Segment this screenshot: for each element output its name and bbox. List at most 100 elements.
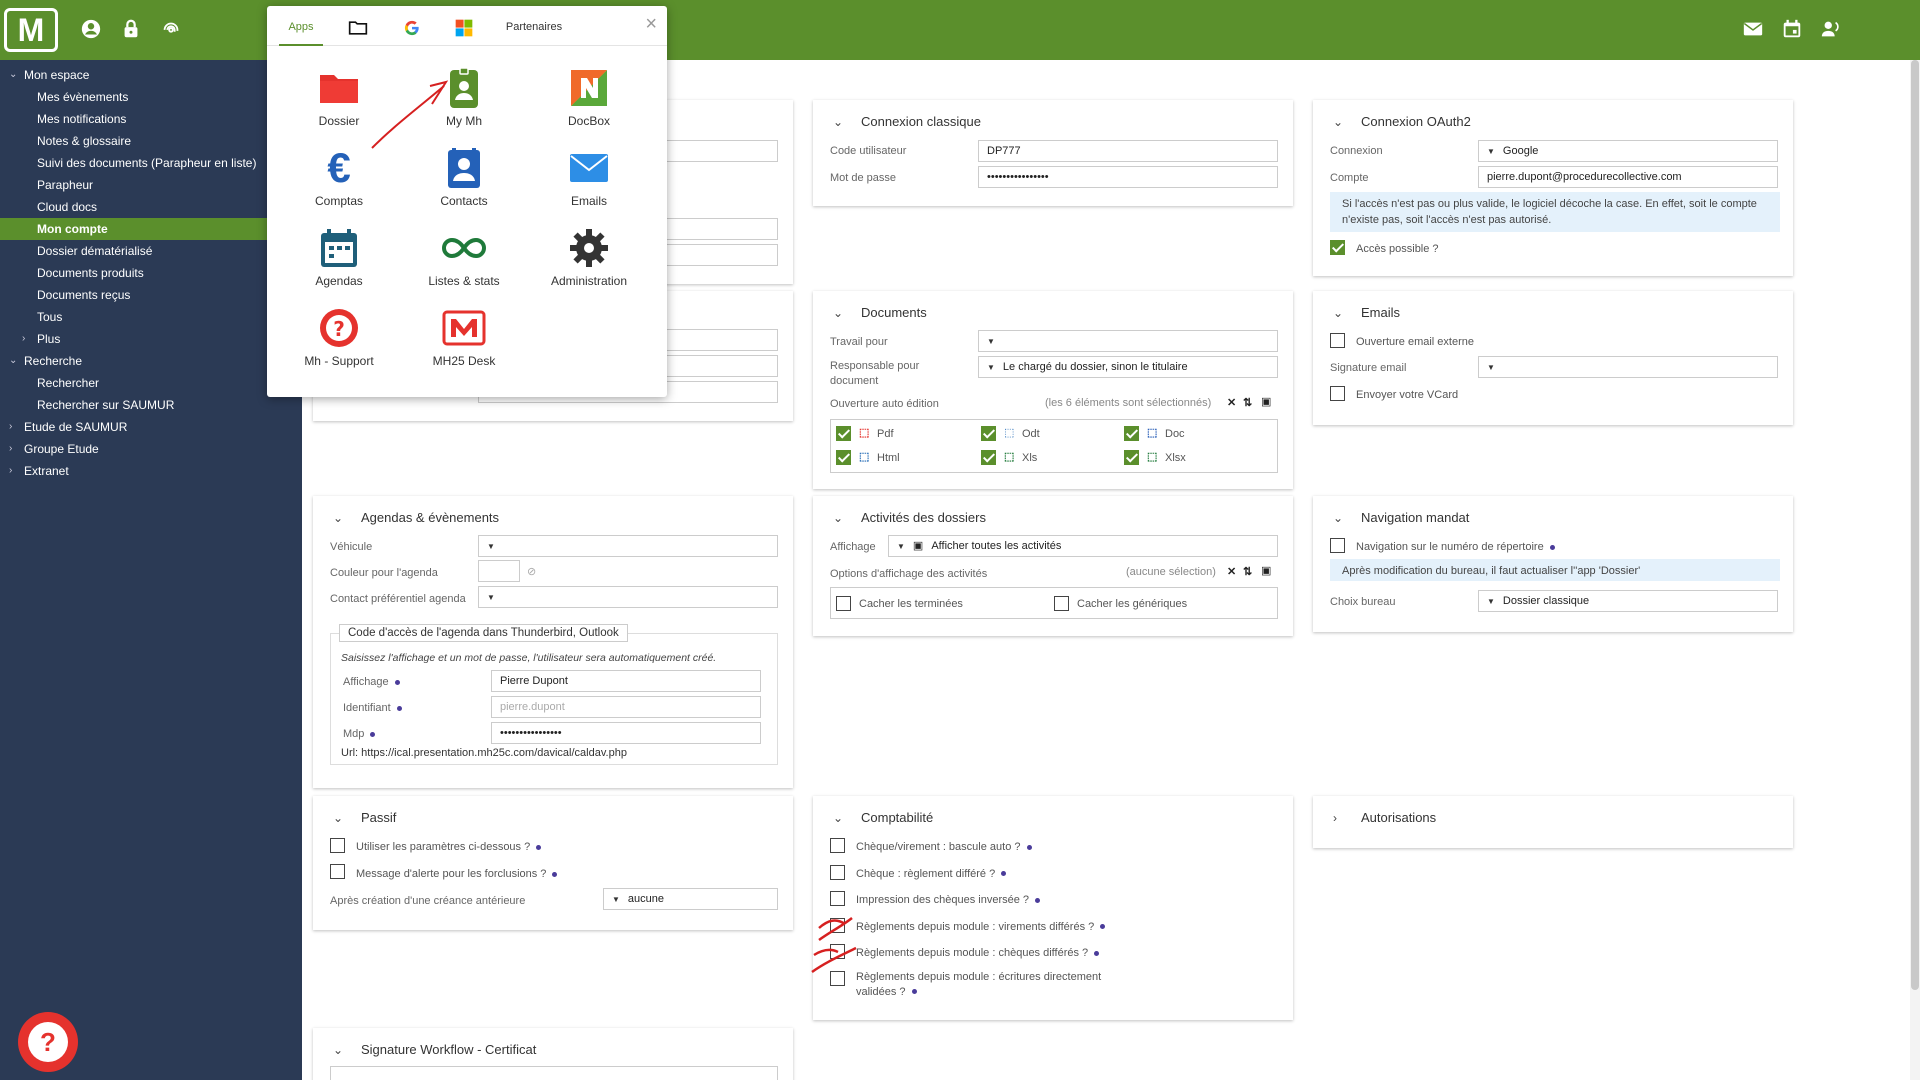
- code-utilisateur-input[interactable]: DP777: [978, 140, 1278, 162]
- html-checkbox[interactable]: [836, 450, 851, 465]
- sidebar-item[interactable]: Documents produits: [0, 262, 302, 284]
- doc-checkbox[interactable]: [1124, 426, 1139, 441]
- clear-icon[interactable]: ✕: [1227, 396, 1236, 409]
- app-comptas[interactable]: € Comptas: [279, 146, 399, 209]
- info-icon[interactable]: [396, 705, 402, 711]
- sidebar-item[interactable]: Parapheur: [0, 174, 302, 196]
- tab-microsoft[interactable]: [449, 16, 479, 46]
- sidebar-item[interactable]: › Groupe Etude: [0, 438, 302, 460]
- lock-icon[interactable]: [118, 16, 144, 42]
- clear-icon[interactable]: ✕: [1227, 565, 1236, 578]
- select-all-icon[interactable]: ▣: [1261, 564, 1271, 577]
- xlsx-checkbox[interactable]: [1124, 450, 1139, 465]
- comptabilite-checkbox[interactable]: [830, 864, 845, 880]
- activites-select[interactable]: ▼ ▣ Afficher toutes les activités: [888, 535, 1278, 557]
- responsable-select[interactable]: ▼ Le chargé du dossier, sinon le titulair…: [978, 356, 1278, 378]
- info-icon[interactable]: [1001, 871, 1007, 877]
- card-title[interactable]: ⌄ Connexion classique: [833, 114, 981, 129]
- pdf-checkbox[interactable]: [836, 426, 851, 441]
- info-icon[interactable]: [1035, 897, 1041, 903]
- info-icon[interactable]: [536, 844, 542, 850]
- app-listes[interactable]: Listes & stats: [404, 226, 524, 288]
- sidebar-item[interactable]: › Etude de SAUMUR: [0, 416, 302, 438]
- app-agendas[interactable]: Agendas: [279, 226, 399, 288]
- card-title[interactable]: ⌄ Passif: [333, 810, 396, 825]
- sidebar-item[interactable]: Mes évènements: [0, 86, 302, 108]
- ouverture-email-checkbox[interactable]: [1330, 333, 1345, 348]
- close-icon[interactable]: ×: [645, 14, 657, 34]
- info-icon[interactable]: [911, 989, 917, 995]
- help-button[interactable]: ?: [18, 1012, 78, 1072]
- card-title[interactable]: ⌄ Emails: [1333, 305, 1400, 320]
- acces-possible-checkbox[interactable]: [1330, 240, 1345, 255]
- select-all-icon[interactable]: ▣: [1261, 395, 1271, 408]
- creance-select[interactable]: ▼ aucune: [603, 888, 778, 910]
- sidebar-item[interactable]: Mon compte: [0, 218, 302, 240]
- agenda-password-input[interactable]: ••••••••••••••••: [491, 722, 761, 744]
- sidebar-item[interactable]: ⌄ Recherche: [0, 350, 302, 372]
- card-title[interactable]: › Autorisations: [1333, 810, 1436, 825]
- comptabilite-checkbox[interactable]: [830, 891, 845, 906]
- app-support[interactable]: ? Mh - Support: [279, 306, 399, 368]
- card-title[interactable]: ⌄ Comptabilité: [833, 810, 933, 825]
- app-dossier[interactable]: Dossier: [279, 66, 399, 128]
- sidebar-item[interactable]: Mes notifications: [0, 108, 302, 130]
- mail-icon[interactable]: [1740, 16, 1766, 42]
- sort-icon[interactable]: ⇅: [1243, 565, 1252, 578]
- tab-apps[interactable]: Apps: [279, 16, 323, 46]
- sidebar-item[interactable]: Notes & glossaire: [0, 130, 302, 152]
- card-title[interactable]: ⌄ Agendas & évènements: [333, 510, 499, 525]
- sidebar-item[interactable]: Documents reçus: [0, 284, 302, 306]
- bureau-select[interactable]: ▼ Dossier classique: [1478, 590, 1778, 612]
- contact-select[interactable]: ▼: [478, 586, 778, 608]
- app-administration[interactable]: Administration: [529, 226, 649, 288]
- info-icon[interactable]: [1100, 924, 1106, 930]
- cacher-terminees-checkbox[interactable]: [836, 596, 851, 611]
- info-icon[interactable]: [1549, 544, 1555, 550]
- sidebar-item[interactable]: Rechercher sur SAUMUR: [0, 394, 302, 416]
- alerte-checkbox[interactable]: [330, 864, 345, 879]
- param-checkbox[interactable]: [330, 838, 345, 853]
- user-icon[interactable]: [78, 16, 104, 42]
- sidebar-item[interactable]: Dossier dématérialisé: [0, 240, 302, 262]
- calendar-icon[interactable]: [1779, 16, 1805, 42]
- connexion-select[interactable]: ▼ Google: [1478, 140, 1778, 162]
- signature-field[interactable]: [330, 1066, 778, 1080]
- vehicule-select[interactable]: ▼: [478, 535, 778, 557]
- cacher-generiques-checkbox[interactable]: [1054, 596, 1069, 611]
- vcard-checkbox[interactable]: [1330, 386, 1345, 401]
- compte-input[interactable]: pierre.dupont@procedurecollective.com: [1478, 166, 1778, 188]
- sort-icon[interactable]: ⇅: [1243, 396, 1252, 409]
- comptabilite-checkbox[interactable]: [830, 917, 845, 933]
- card-title[interactable]: ⌄ Documents: [833, 305, 927, 320]
- identifiant-input[interactable]: pierre.dupont: [491, 696, 761, 718]
- clear-color-icon[interactable]: ⊘: [527, 565, 536, 578]
- couleur-input[interactable]: [478, 560, 520, 582]
- odt-checkbox[interactable]: [981, 426, 996, 441]
- card-title[interactable]: ⌄ Activités des dossiers: [833, 510, 986, 525]
- app-docbox[interactable]: DocBox: [529, 66, 649, 128]
- app-my-mh[interactable]: My Mh: [404, 66, 524, 128]
- tab-google[interactable]: [397, 16, 427, 46]
- info-icon[interactable]: [552, 871, 558, 877]
- tab-folder[interactable]: [343, 16, 373, 46]
- tab-partenaires[interactable]: Partenaires: [499, 16, 569, 46]
- fingerprint-icon[interactable]: [158, 16, 184, 42]
- app-logo[interactable]: M: [4, 8, 58, 52]
- sidebar-item[interactable]: Cloud docs: [0, 196, 302, 218]
- comptabilite-checkbox[interactable]: [830, 838, 845, 853]
- sidebar-item[interactable]: Rechercher: [0, 372, 302, 394]
- travail-select[interactable]: ▼: [978, 330, 1278, 352]
- card-title[interactable]: ⌄ Connexion OAuth2: [1333, 114, 1471, 129]
- sidebar-item[interactable]: Tous: [0, 306, 302, 328]
- comptabilite-checkbox[interactable]: [830, 944, 845, 959]
- info-icon[interactable]: [1094, 950, 1100, 956]
- sidebar-item[interactable]: › Extranet: [0, 460, 302, 482]
- app-contacts[interactable]: Contacts: [404, 146, 524, 208]
- sidebar-item[interactable]: › Plus: [0, 328, 302, 350]
- scrollbar-thumb[interactable]: [1911, 60, 1919, 990]
- app-desk[interactable]: MH25 Desk: [404, 306, 524, 368]
- xls-checkbox[interactable]: [981, 450, 996, 465]
- info-icon[interactable]: [394, 679, 400, 685]
- card-title[interactable]: ⌄ Signature Workflow - Certificat: [333, 1042, 536, 1057]
